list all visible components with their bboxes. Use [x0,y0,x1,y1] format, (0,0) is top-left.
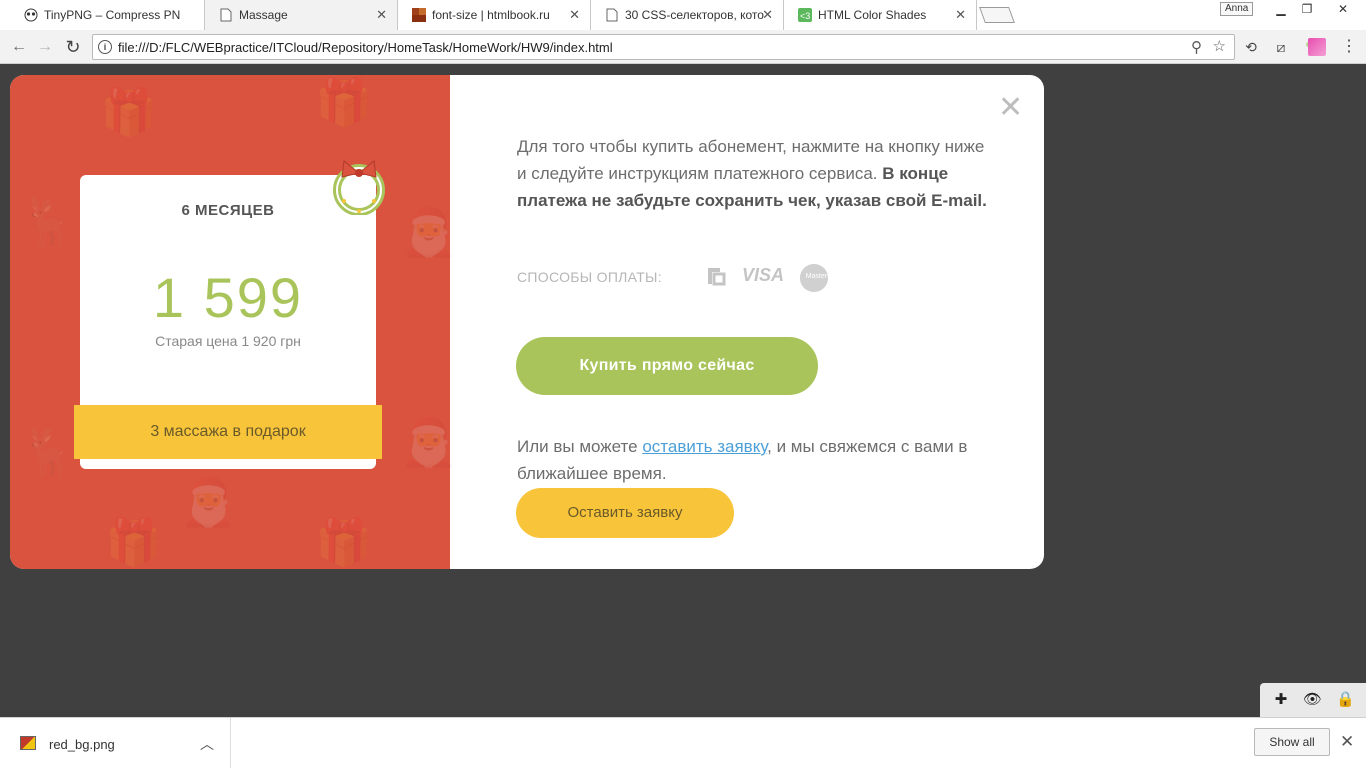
back-icon[interactable]: ← [8,36,30,58]
payment-methods-label: СПОСОБЫ ОПЛАТЫ: [517,269,662,285]
tab-title: HTML Color Shades [818,8,927,22]
gift-icon: 🎁 [315,516,373,568]
alternative-text: Или вы можете оставить заявку, и мы свяж… [517,433,987,487]
minimize-icon[interactable]: ▁ [1268,1,1294,17]
privatbank-icon [705,265,727,292]
eye-icon[interactable]: 👁 [1303,691,1322,709]
purchase-info-panel: ✕ Для того чтобы купить абонемент, нажми… [450,75,1044,569]
lock-icon[interactable]: 🔒 [1336,691,1355,709]
reindeer-icon: 🦌 [20,196,78,248]
zoom-icon[interactable]: ⚲ [1191,38,1202,56]
page-icon [605,8,619,22]
browser-toolbar: ← → ↻ i file:///D:/FLC/WEBpractice/ITClo… [0,30,1366,64]
gift-icon: 🎁 [100,86,158,138]
download-item[interactable]: red_bg.png ︿ [0,718,231,768]
download-shelf: red_bg.png ︿ Show all ✕ [0,717,1366,768]
leave-request-button[interactable]: Оставить заявку [516,488,734,538]
floating-toolbar: ✚ 👁 🔒 [1260,683,1366,717]
reload-icon[interactable]: ↻ [62,36,84,58]
gift-icon: 🎁 [105,516,163,568]
tab-html-color-shades[interactable]: <3 HTML Color Shades ✕ [784,0,977,30]
tab-massage[interactable]: Massage ✕ [205,0,398,30]
panda-icon [24,8,38,22]
tab-css-selectors[interactable]: 30 CSS-селекторов, кото ✕ [591,0,784,30]
festive-red-panel: 🎁 🎁 🦌 🎅 🎅 🦌 🎅 🎁 🎁 6 МЕСЯЦЕВ 1 599 Старая… [10,75,457,569]
close-icon[interactable]: ✕ [955,7,966,23]
tab-title: 30 CSS-селекторов, кото [625,8,764,22]
bookmark-star-icon[interactable]: ☆ [1213,37,1226,55]
page-viewport: 🎁 🎁 🦌 🎅 🎅 🦌 🎅 🎁 🎁 6 МЕСЯЦЕВ 1 599 Старая… [0,65,1366,717]
close-icon[interactable]: ✕ [998,93,1023,123]
download-file-name[interactable]: red_bg.png [49,737,115,752]
htmlbook-icon [412,8,426,22]
info-icon[interactable]: i [98,40,112,54]
tab-title: TinyPNG – Compress PN [44,8,181,22]
alt-text-before: Или вы можете [517,437,638,456]
profile-button[interactable]: Anna [1220,2,1254,16]
page-icon [219,8,233,22]
santa-icon: 🎅 [180,476,238,528]
ruler-extension-icon[interactable]: ⧄ [1272,38,1290,56]
new-tab-button[interactable] [979,7,1015,23]
reindeer-icon: 🦌 [20,426,78,478]
old-price: Старая цена 1 920 грн [155,333,301,349]
gradient-extension-icon[interactable] [1308,38,1326,56]
close-icon[interactable]: ✕ [1340,732,1354,752]
santa-icon: 🎅 [400,416,458,468]
window-close-icon[interactable]: ✕ [1322,1,1364,17]
leave-request-link[interactable]: оставить заявку [642,437,767,456]
plan-price: 1 599 [152,266,304,329]
close-icon[interactable]: ✕ [762,7,773,23]
chevron-up-icon[interactable]: ︿ [200,734,214,754]
sync-extension-icon[interactable]: ⟲ [1242,38,1260,56]
close-icon[interactable]: ✕ [376,7,387,23]
wreath-icon [333,160,385,215]
tab-strip: TinyPNG – Compress PN Massage ✕ font-siz… [0,0,1366,30]
mastercard-icon: MasterCard [800,264,848,292]
menu-icon[interactable]: ⋮ [1340,38,1358,56]
tab-htmlbook[interactable]: font-size | htmlbook.ru ✕ [398,0,591,30]
show-all-button[interactable]: Show all [1254,728,1330,756]
buy-now-button[interactable]: Купить прямо сейчас [516,337,818,395]
plus-icon[interactable]: ✚ [1272,691,1290,709]
close-icon[interactable]: ✕ [569,7,580,23]
tab-title: Massage [239,8,288,22]
color-shades-icon: <3 [798,8,812,22]
subscription-modal: 🎁 🎁 🦌 🎅 🎅 🦌 🎅 🎁 🎁 6 МЕСЯЦЕВ 1 599 Старая… [10,75,1044,569]
url-text[interactable]: file:///D:/FLC/WEBpractice/ITCloud/Repos… [118,40,613,55]
visa-icon: VISA [742,265,785,285]
gift-icon: 🎁 [315,76,373,128]
svg-text:<3: <3 [800,11,810,21]
tab-title: font-size | htmlbook.ru [432,8,550,22]
image-file-icon [20,736,36,750]
purchase-instructions: Для того чтобы купить абонемент, нажмите… [517,133,987,214]
tab-tinypng[interactable]: TinyPNG – Compress PN [10,0,205,30]
santa-icon: 🎅 [400,206,458,258]
gift-banner: 3 массажа в подарок [74,405,382,459]
address-bar[interactable]: i file:///D:/FLC/WEBpractice/ITCloud/Rep… [92,34,1235,60]
restore-icon[interactable]: ❐ [1294,1,1320,17]
forward-icon[interactable]: → [34,36,56,58]
